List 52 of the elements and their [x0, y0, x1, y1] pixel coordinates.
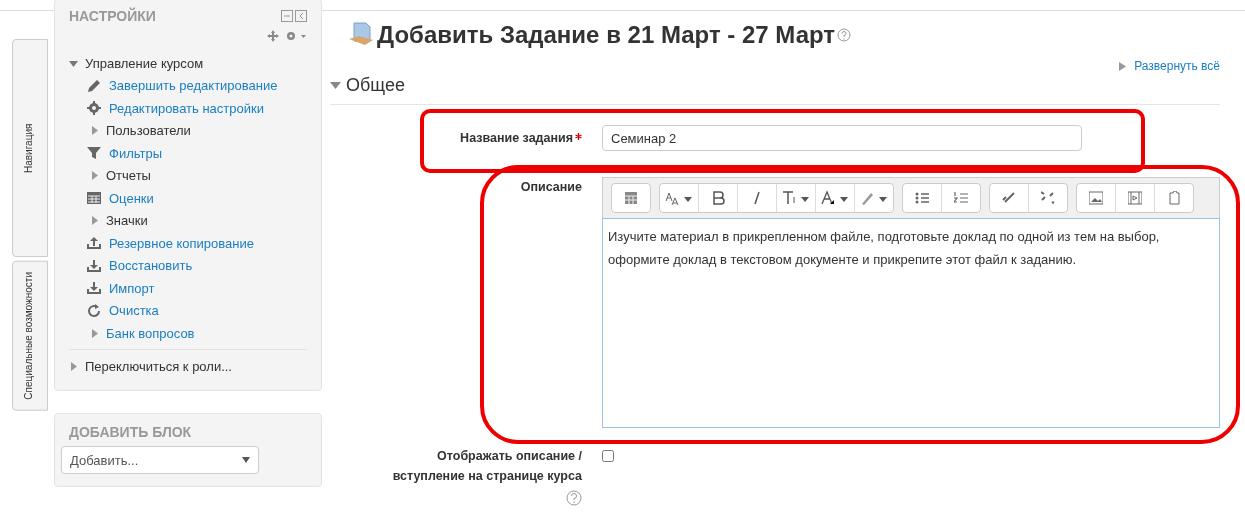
bold-icon	[711, 191, 725, 205]
numbered-list-icon	[954, 191, 968, 205]
tree-node[interactable]: Отчеты	[106, 168, 151, 184]
field-label: Отображать описание / вступление на странице курса	[391, 448, 582, 485]
help-icon	[837, 28, 852, 42]
tree-node[interactable]: Пользователи	[106, 123, 191, 139]
checkbox[interactable]	[602, 450, 614, 462]
clipboard-icon	[1167, 191, 1181, 205]
block-title: ДОБАВИТЬ БЛОК	[69, 424, 192, 440]
field-label: Описание	[520, 180, 582, 194]
menu-link[interactable]: Банк вопросов	[106, 325, 195, 341]
tree-node[interactable]: Управление курсом	[85, 55, 204, 71]
toolbar-button[interactable]	[611, 183, 651, 213]
field-label: Название задания	[460, 131, 573, 145]
section-heading[interactable]: Общее	[346, 75, 405, 96]
menu-link[interactable]: Резервное копирование	[109, 235, 254, 251]
side-tab[interactable]: Специальные возможности	[12, 261, 48, 411]
pencil-icon	[86, 77, 102, 94]
caret-right-icon	[1119, 61, 1127, 71]
text-style-icon	[781, 189, 811, 207]
gear-menu-icon	[285, 30, 307, 42]
toolbar-toggle-icon	[624, 191, 638, 205]
tree-node[interactable]: Значки	[106, 213, 148, 229]
gear-icon	[86, 100, 102, 117]
dock-controls-icon	[281, 10, 307, 22]
font-color-icon	[820, 189, 850, 207]
caret-down-icon	[242, 457, 250, 463]
menu-link[interactable]: Редактировать настройки	[109, 100, 264, 116]
refresh-icon	[86, 302, 102, 319]
text-field[interactable]: Семинар 2	[602, 125, 1082, 151]
menu-link[interactable]: Оценки	[109, 190, 154, 206]
editor-text-area[interactable]: Изучите материал в прикрепленном файле, подготовьте доклад по одной из тем на выбор, оформите доклад в текстовом документе и прикрепите этот файл к заданию.	[602, 218, 1220, 428]
menu-link[interactable]: Завершить редактирование	[109, 78, 278, 94]
image-icon	[1089, 191, 1103, 205]
menu-link[interactable]: Очистка	[109, 303, 159, 319]
menu-link[interactable]: Импорт	[109, 280, 155, 296]
filter-icon	[86, 145, 102, 162]
film-icon	[1128, 191, 1142, 205]
download-icon	[86, 257, 102, 274]
bullet-list-icon	[915, 191, 929, 205]
download-icon	[86, 280, 102, 297]
menu-link[interactable]: Фильтры	[109, 145, 162, 161]
move-icon	[267, 30, 279, 42]
block-title: НАСТРОЙКИ	[69, 8, 156, 24]
side-tab[interactable]: Навигация	[12, 39, 48, 257]
table-icon	[86, 190, 102, 207]
expand-all-link[interactable]: Развернуть всё	[1134, 59, 1220, 73]
menu-link[interactable]: Восстановить	[109, 258, 193, 274]
tree-node[interactable]: Переключиться к роли...	[85, 359, 232, 375]
upload-icon	[86, 235, 102, 252]
page-title: Добавить Задание в 21 Март - 27 Март	[377, 21, 836, 49]
block-select[interactable]: Добавить...	[61, 446, 259, 474]
